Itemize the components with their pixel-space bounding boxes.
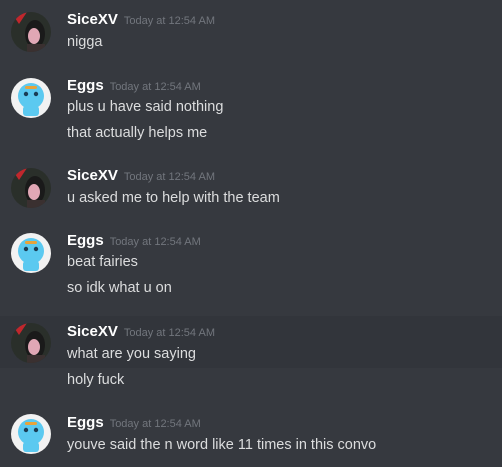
username[interactable]: Eggs (67, 232, 104, 249)
message-group: SiceXV Today at 12:54 AM nigga (0, 0, 502, 62)
message-header: SiceXV Today at 12:54 AM (67, 166, 215, 186)
avatar[interactable] (11, 323, 51, 363)
message-group: SiceXV Today at 12:54 AM what are you say… (0, 316, 502, 368)
message-header: Eggs Today at 12:54 AM (67, 76, 201, 96)
avatar[interactable] (11, 78, 51, 118)
avatar[interactable] (11, 12, 51, 52)
message-text: holy fuck (67, 372, 125, 388)
sicexv-avatar-image (11, 12, 51, 52)
sicexv-avatar-image (11, 168, 51, 208)
message-group: Eggs Today at 12:54 AM youve said the n w… (0, 406, 502, 467)
timestamp[interactable]: Today at 12:54 AM (124, 15, 215, 27)
message-group: SiceXV Today at 12:54 AM u asked me to he… (0, 160, 502, 220)
message-header: Eggs Today at 12:54 AM (67, 413, 201, 433)
avatar[interactable] (11, 414, 51, 454)
eggs-avatar-image (11, 78, 51, 118)
timestamp[interactable]: Today at 12:54 AM (124, 171, 215, 183)
message-text: u asked me to help with the team (67, 190, 280, 206)
avatar[interactable] (11, 233, 51, 273)
timestamp[interactable]: Today at 12:54 AM (110, 236, 201, 248)
message-text: plus u have said nothing (67, 99, 224, 115)
message-text: youve said the n word like 11 times in t… (67, 437, 377, 453)
message-header: Eggs Today at 12:54 AM (67, 231, 201, 251)
timestamp[interactable]: Today at 12:54 AM (110, 81, 201, 93)
eggs-avatar-image (11, 233, 51, 273)
username[interactable]: Eggs (67, 414, 104, 431)
message-text: what are you saying (67, 346, 196, 362)
username[interactable]: SiceXV (67, 11, 118, 28)
message-text: beat fairies (67, 254, 138, 270)
message-header: SiceXV Today at 12:54 AM (67, 10, 215, 30)
message-text: that actually helps me (67, 125, 208, 141)
message-group: Eggs Today at 12:54 AM plus u have said n… (0, 70, 502, 154)
username[interactable]: SiceXV (67, 323, 118, 340)
timestamp[interactable]: Today at 12:54 AM (110, 418, 201, 430)
message-header: SiceXV Today at 12:54 AM (67, 322, 215, 342)
avatar[interactable] (11, 168, 51, 208)
message-text: so idk what u on (67, 280, 172, 296)
sicexv-avatar-image (11, 323, 51, 363)
timestamp[interactable]: Today at 12:54 AM (124, 327, 215, 339)
username[interactable]: Eggs (67, 77, 104, 94)
message-group: Eggs Today at 12:54 AM beat fairies so id… (0, 226, 502, 310)
eggs-avatar-image (11, 414, 51, 454)
username[interactable]: SiceXV (67, 167, 118, 184)
message-text: nigga (67, 34, 103, 50)
chat-messages: SiceXV Today at 12:54 AM nigga Eggs Today … (0, 0, 502, 467)
